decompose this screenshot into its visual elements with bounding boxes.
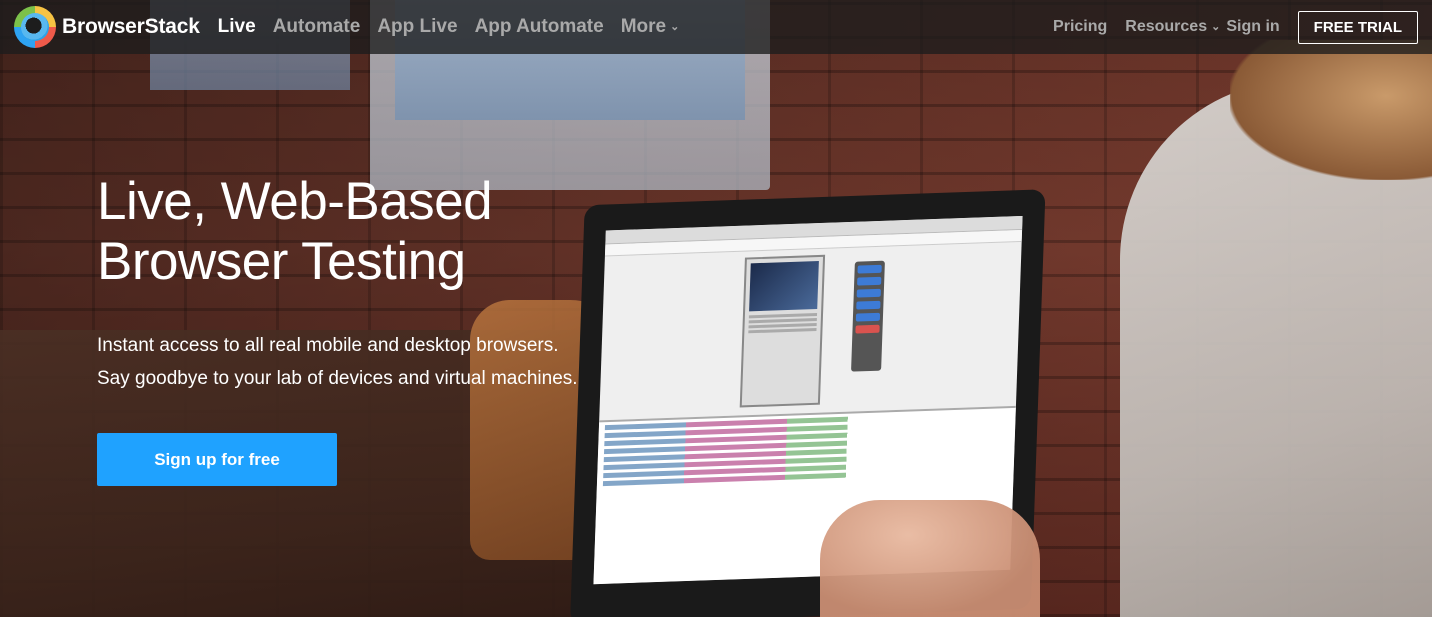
- hero-title-line1: Live, Web-Based: [97, 172, 493, 231]
- primary-nav: Live Automate App Live App Automate More…: [218, 16, 697, 38]
- hero-background: [0, 0, 1432, 617]
- sign-in-link[interactable]: Sign in: [1226, 18, 1279, 36]
- hands: [820, 500, 1040, 617]
- hero-title: Live, Web-Based Browser Testing: [97, 172, 617, 292]
- nav-item-more[interactable]: More ⌄: [621, 16, 680, 38]
- nav-item-automate[interactable]: Automate: [273, 16, 361, 38]
- person-hair: [1230, 40, 1432, 180]
- brand-logo[interactable]: BrowserStack: [14, 6, 200, 48]
- screen-device-preview: [739, 254, 826, 408]
- nav-item-resources-label: Resources: [1125, 18, 1208, 35]
- hero-title-line2: Browser Testing: [97, 232, 466, 291]
- screen-panel-button: [857, 276, 882, 286]
- screen-device-text: [748, 327, 817, 334]
- nav-item-app-automate[interactable]: App Automate: [475, 16, 604, 38]
- free-trial-button[interactable]: FREE TRIAL: [1297, 10, 1418, 44]
- hero-subtitle: Instant access to all real mobile and de…: [97, 329, 617, 395]
- nav-item-pricing[interactable]: Pricing: [1053, 18, 1107, 36]
- secondary-nav: Pricing Resources ⌄ Sign in FREE TRIAL: [1053, 10, 1418, 44]
- hero-subtitle-line2: Say goodbye to your lab of devices and v…: [97, 368, 578, 389]
- screen-panel-button: [856, 288, 881, 298]
- screen-panel-button: [855, 324, 880, 334]
- nav-item-resources[interactable]: Resources ⌄: [1125, 18, 1220, 36]
- brand-name: BrowserStack: [62, 15, 200, 38]
- chevron-down-icon: ⌄: [1211, 21, 1221, 34]
- sign-up-button[interactable]: Sign up for free: [97, 433, 337, 486]
- hero-subtitle-line1: Instant access to all real mobile and de…: [97, 335, 559, 356]
- nav-item-app-live[interactable]: App Live: [377, 16, 457, 38]
- screen-device-image: [749, 260, 819, 312]
- screen-panel-button: [856, 300, 881, 310]
- nav-item-live[interactable]: Live: [218, 16, 256, 38]
- nav-item-more-label: More: [620, 16, 667, 37]
- screen-panel-button: [857, 264, 882, 274]
- top-navbar: BrowserStack Live Automate App Live App …: [0, 0, 1432, 54]
- screen-panel-button: [855, 312, 881, 322]
- browserstack-logo-icon: [14, 6, 56, 48]
- screen-toolbar-panel: [851, 260, 885, 372]
- chevron-down-icon: ⌄: [670, 21, 680, 34]
